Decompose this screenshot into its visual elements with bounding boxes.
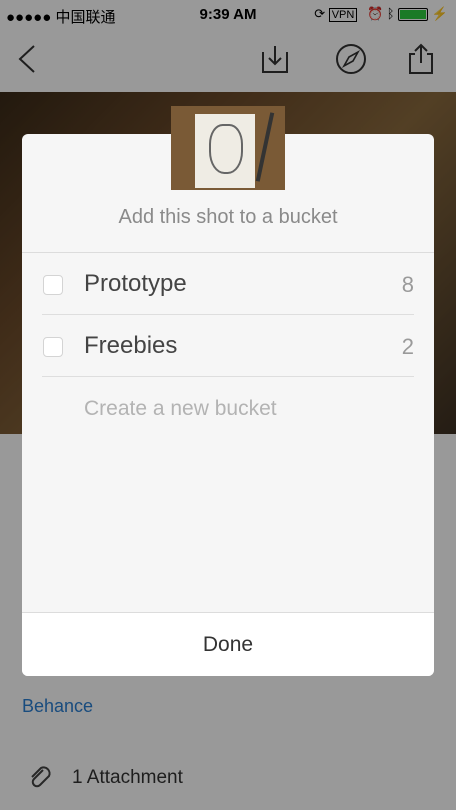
bucket-row-freebies[interactable]: Freebies 2 <box>42 315 414 377</box>
divider <box>42 376 414 377</box>
bucket-count: 2 <box>401 334 414 359</box>
bucket-checkbox[interactable] <box>43 275 63 295</box>
done-button-bar: Done <box>22 612 434 676</box>
bucket-name: Prototype <box>84 270 187 297</box>
dialog-title: Add this shot to a bucket <box>118 206 338 228</box>
create-bucket-input[interactable]: Create a new bucket <box>84 397 277 421</box>
add-to-bucket-dialog: Add this shot to a bucket Prototype 8 Fr… <box>22 106 434 676</box>
done-button[interactable]: Done <box>22 633 434 657</box>
bucket-count: 8 <box>401 272 414 297</box>
bucket-row-prototype[interactable]: Prototype 8 <box>42 253 414 315</box>
shot-thumbnail <box>171 106 285 190</box>
bucket-name: Freebies <box>84 332 178 359</box>
bucket-checkbox[interactable] <box>43 337 63 357</box>
